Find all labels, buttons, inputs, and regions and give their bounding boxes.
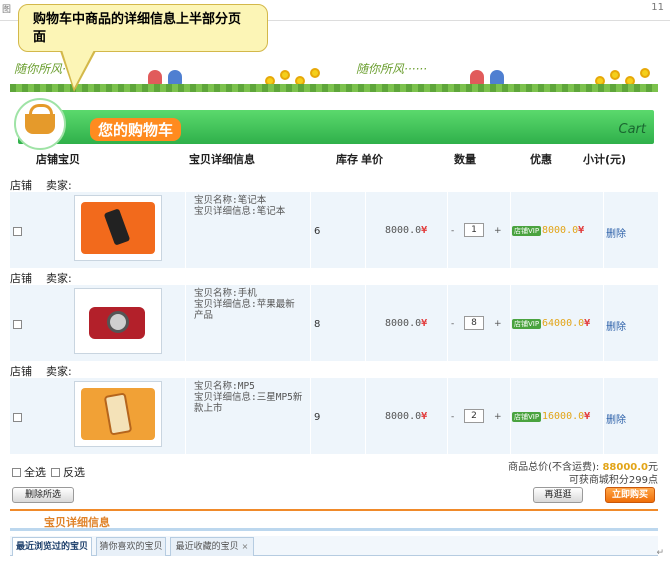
store-label: 店铺 卖家: — [10, 365, 72, 378]
qty-increment-button[interactable]: + — [494, 226, 502, 236]
item-price: 8000.0¥ — [385, 411, 428, 422]
buy-now-button[interactable]: 立即购买 — [605, 487, 655, 503]
item-subtotal: 8000.0¥ — [542, 225, 585, 236]
item-checkbox[interactable] — [13, 227, 22, 236]
qty-decrement-button[interactable]: - — [451, 226, 454, 236]
sunflower-icon — [280, 70, 290, 80]
item-subtotal: 64000.0¥ — [542, 318, 591, 329]
col-shop-item: 店铺宝贝 — [36, 153, 80, 166]
grass-banner: 随你所风······ 随你所风······ — [10, 52, 658, 92]
delete-selected-button[interactable]: 删除所选 — [12, 487, 74, 503]
banner-slogan-right: 随你所风······ — [356, 62, 427, 76]
vip-badge: 店铺VIP — [512, 226, 542, 236]
sunflower-icon — [310, 68, 320, 78]
qty-input[interactable]: 1 — [464, 223, 484, 237]
vip-badge: 店铺VIP — [512, 319, 542, 329]
store-label: 店铺 卖家: — [10, 179, 72, 192]
vip-badge: 店铺VIP — [512, 412, 542, 422]
col-item-detail: 宝贝详细信息 — [189, 153, 255, 166]
item-detail-text: 宝贝名称:笔记本 宝贝详细信息:笔记本 — [194, 195, 286, 217]
col-quantity: 数量 — [454, 153, 476, 166]
col-stock: 库存 — [336, 153, 358, 166]
item-thumbnail[interactable] — [74, 381, 162, 447]
item-price: 8000.0¥ — [385, 318, 428, 329]
item-stock: 6 — [314, 226, 321, 237]
callout-annotation: 购物车中商品的详细信息上半部分页 面 — [18, 4, 268, 52]
item-checkbox[interactable] — [13, 413, 22, 422]
select-all-checkbox[interactable] — [12, 467, 21, 477]
section-divider — [10, 509, 658, 511]
select-all-label: 全选 — [24, 466, 46, 479]
qty-input[interactable]: 2 — [464, 409, 484, 423]
sunflower-icon — [610, 70, 620, 80]
tab-you-may-like[interactable]: 猜你喜欢的宝贝 — [96, 537, 166, 556]
phone-image — [81, 202, 155, 254]
callout-tail — [62, 50, 94, 88]
item-detail-text: 宝贝名称:手机 宝贝详细信息:苹果最新 产品 — [194, 288, 295, 321]
col-unit-price: 单价 — [361, 153, 383, 166]
qty-increment-button[interactable]: + — [494, 319, 502, 329]
delete-link[interactable]: 删除 — [606, 225, 626, 240]
delete-link[interactable]: 删除 — [606, 318, 626, 333]
select-all-control[interactable]: 全选 — [12, 464, 46, 480]
invert-select-label: 反选 — [63, 466, 85, 479]
cart-title: 您的购物车 — [90, 118, 182, 141]
cart-title-en: Cart — [618, 122, 647, 137]
paragraph-mark-icon: ↵ — [656, 548, 664, 558]
item-stock: 9 — [314, 412, 321, 423]
invert-select-checkbox[interactable] — [51, 467, 60, 477]
sunflower-icon — [640, 68, 650, 78]
item-checkbox[interactable] — [13, 320, 22, 329]
qty-increment-button[interactable]: + — [494, 412, 502, 422]
invert-select-control[interactable]: 反选 — [51, 464, 85, 480]
store-label: 店铺 卖家: — [10, 272, 72, 285]
item-subtotal: 16000.0¥ — [542, 411, 591, 422]
item-price: 8000.0¥ — [385, 225, 428, 236]
qty-input[interactable]: 8 — [464, 316, 484, 330]
camera-image — [81, 295, 155, 347]
detail-section-band — [10, 528, 658, 531]
qty-decrement-button[interactable]: - — [451, 412, 454, 422]
tab-recently-viewed[interactable]: 最近浏览过的宝贝 — [12, 537, 92, 556]
item-detail-text: 宝贝名称:MP5 宝贝详细信息:三星MP5新 款上市 — [194, 381, 303, 414]
basket-icon — [14, 98, 66, 150]
item-thumbnail[interactable] — [74, 195, 162, 261]
col-subtotal: 小计(元) — [583, 153, 627, 166]
grass-strip — [10, 84, 658, 92]
item-thumbnail[interactable] — [74, 288, 162, 354]
qty-decrement-button[interactable]: - — [451, 319, 454, 329]
doc-top-label: 图 — [2, 5, 12, 15]
callout-line-2: 面 — [33, 30, 47, 45]
item-stock: 8 — [314, 319, 321, 330]
tab-recently-favorited[interactable]: 最近收藏的宝贝 × — [170, 537, 254, 556]
col-discount: 优惠 — [530, 153, 552, 166]
page-number: 11 — [651, 2, 664, 13]
continue-shopping-button[interactable]: 再逛逛 — [533, 487, 583, 503]
callout-line-1: 购物车中商品的详细信息上半部分页 — [33, 12, 242, 27]
points-earned: 可获商城积分299点 — [568, 475, 658, 486]
slide-phone-image — [81, 388, 155, 440]
delete-link[interactable]: 删除 — [606, 411, 626, 426]
close-icon[interactable]: × — [242, 542, 249, 551]
